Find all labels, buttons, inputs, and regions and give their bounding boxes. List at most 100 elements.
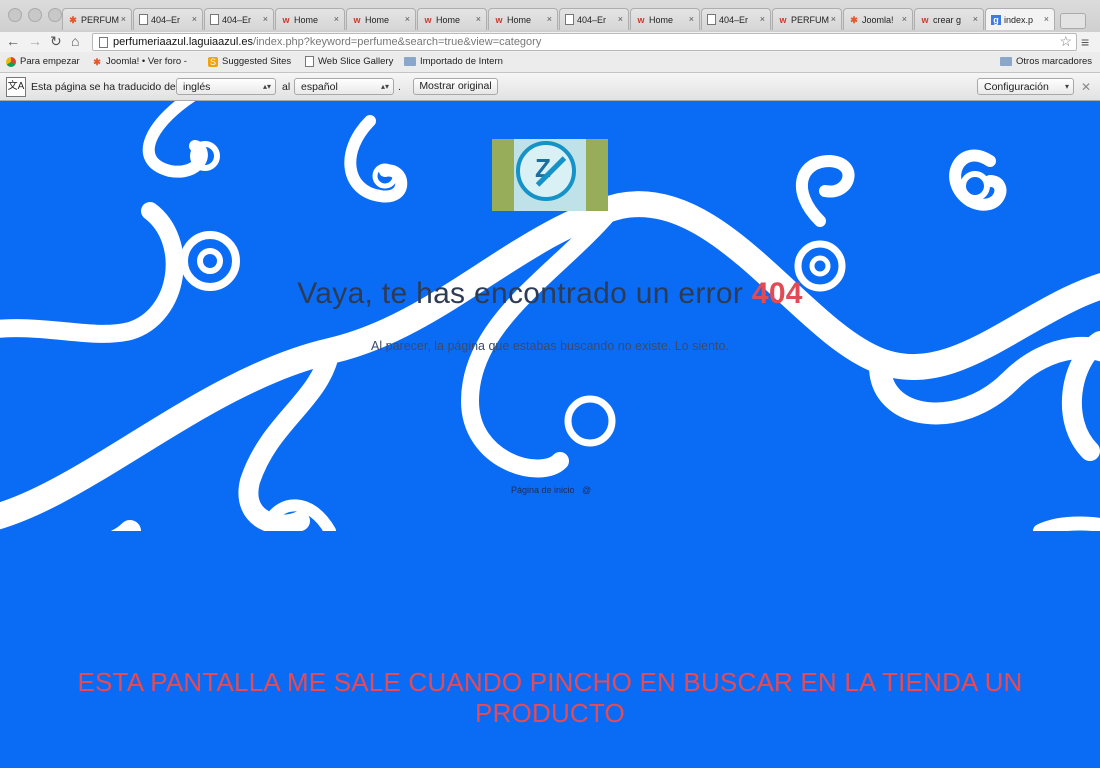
suggested-icon: S [208, 56, 218, 67]
dropdown-arrow-icon: ▴▾ [380, 82, 389, 91]
close-tab-icon[interactable]: × [1044, 14, 1049, 24]
close-translate-bar-icon[interactable]: ✕ [1081, 80, 1091, 94]
translate-icon: 文A [6, 77, 26, 97]
dropdown-arrow-icon: ▾ [1064, 82, 1069, 91]
close-tab-icon[interactable]: × [618, 14, 623, 24]
swirl-branch [0, 202, 184, 343]
tab-strip: ✱ PERFUM × 404–Er × 404–Er × w Home × w Home × w Home ×… [62, 8, 1086, 30]
browser-tab[interactable]: ✱ PERFUM × [62, 8, 132, 30]
chrome-menu-icon[interactable]: ≡ [1081, 34, 1089, 50]
dropdown-arrow-icon: ▴▾ [262, 82, 271, 91]
target-language-value: español [301, 81, 338, 93]
swirl-branch [796, 154, 855, 227]
page-content: Z Vaya, te has encontrado un error 404 A… [0, 101, 1100, 768]
lower-background-panel [0, 531, 1100, 768]
bookmark-item[interactable]: Web Slice Gallery [305, 56, 393, 67]
translate-settings-label: Configuración [984, 81, 1049, 93]
browser-tab[interactable]: ✱ Joomla! × [843, 8, 913, 30]
browser-tab[interactable]: w Home × [630, 8, 700, 30]
bookmark-folder[interactable]: Importado de Intern [404, 56, 503, 67]
swirl-branch [344, 115, 408, 203]
swirl-spiral [564, 395, 616, 447]
address-bar[interactable]: perfumeriaazul.laguiaazul.es/index.php?k… [92, 33, 1077, 51]
close-tab-icon[interactable]: × [334, 14, 339, 24]
w-icon: w [424, 14, 432, 25]
url-path: /index.php?keyword=perfume&search=true&v… [253, 36, 542, 48]
reload-icon[interactable]: ↻ [50, 33, 62, 50]
w-icon: w [921, 14, 929, 25]
folder-icon [404, 57, 416, 66]
close-tab-icon[interactable]: × [902, 14, 907, 24]
bookmark-label: Suggested Sites [222, 56, 292, 67]
swirl-branch [1033, 516, 1100, 538]
browser-tab[interactable]: 404–Er × [133, 8, 203, 30]
url-host: perfumeriaazul.laguiaazul.es [113, 36, 254, 48]
browser-tab[interactable]: w PERFUM × [772, 8, 842, 30]
window-controls[interactable] [8, 8, 62, 22]
zoom-window-button[interactable] [48, 8, 62, 22]
other-bookmarks-label: Otros marcadores [1016, 56, 1093, 67]
minimize-window-button[interactable] [28, 8, 42, 22]
bookmark-star-icon[interactable]: ☆ [1059, 33, 1072, 49]
close-tab-icon[interactable]: × [405, 14, 410, 24]
other-bookmarks-folder[interactable]: Otros marcadores [1000, 56, 1092, 67]
swirl-branch [1061, 331, 1100, 461]
close-tab-icon[interactable]: × [476, 14, 481, 24]
close-tab-icon[interactable]: × [689, 14, 694, 24]
browser-tab[interactable]: w Home × [275, 8, 345, 30]
bookmark-item[interactable]: Para empezar [6, 56, 80, 67]
page-icon [210, 14, 219, 25]
page-icon [707, 14, 716, 25]
translate-text-middle: al [282, 81, 291, 93]
browser-tab[interactable]: w Home × [488, 8, 558, 30]
tab-bar: ✱ PERFUM × 404–Er × 404–Er × w Home × w Home × w Home ×… [0, 0, 1100, 33]
close-tab-icon[interactable]: × [831, 14, 836, 24]
bookmark-label: Web Slice Gallery [318, 56, 394, 67]
browser-tab[interactable]: w Home × [346, 8, 416, 30]
site-logo[interactable]: Z [492, 139, 608, 211]
browser-tab[interactable]: g index.p × [985, 8, 1055, 30]
user-annotation-caption: ESTA PANTALLA ME SALE CUANDO PINCHO EN B… [77, 667, 1023, 728]
joomla-icon: ✱ [93, 56, 101, 67]
close-tab-icon[interactable]: × [121, 14, 126, 24]
close-tab-icon[interactable]: × [547, 14, 552, 24]
bookmark-item[interactable]: ✱ Joomla! • Ver foro - [92, 56, 187, 67]
swirl-spiral [960, 171, 990, 201]
browser-tab[interactable]: 404–Er × [701, 8, 771, 30]
w-icon: w [637, 14, 645, 25]
close-window-button[interactable] [8, 8, 22, 22]
close-tab-icon[interactable]: × [263, 14, 268, 24]
swirl-spiral [197, 248, 223, 274]
new-tab-button[interactable] [1060, 13, 1086, 29]
error-title: Vaya, te has encontrado un error 404 [0, 277, 1100, 311]
bookmark-label: Para empezar [20, 56, 80, 67]
browser-tab[interactable]: w crear g × [914, 8, 984, 30]
error-title-text: Vaya, te has encontrado un error [297, 277, 744, 310]
chrome-icon [6, 56, 16, 67]
folder-icon [1000, 57, 1012, 66]
close-tab-icon[interactable]: × [760, 14, 765, 24]
bookmark-label: Joomla! • Ver foro - [106, 56, 187, 67]
close-tab-icon[interactable]: × [973, 14, 978, 24]
at-icon[interactable]: @ [582, 485, 591, 495]
translate-settings-select[interactable]: Configuración ▾ [977, 78, 1074, 95]
w-icon: w [282, 14, 290, 25]
back-arrow-icon[interactable]: ← [6, 33, 20, 49]
forward-arrow-icon[interactable]: → [28, 33, 42, 49]
browser-tab[interactable]: 404–Er × [559, 8, 629, 30]
show-original-button[interactable]: Mostrar original [413, 78, 498, 95]
close-tab-icon[interactable]: × [192, 14, 197, 24]
translate-text-after: . [398, 81, 401, 93]
g-icon: g [991, 14, 1001, 25]
page-icon [99, 37, 108, 48]
browser-tab[interactable]: 404–Er × [204, 8, 274, 30]
source-language-select[interactable]: inglés ▴▾ [176, 78, 276, 95]
w-icon: w [495, 14, 503, 25]
bookmark-item[interactable]: S Suggested Sites [208, 56, 291, 67]
w-icon: w [779, 14, 787, 25]
home-page-link[interactable]: Página de inicio [511, 485, 575, 495]
target-language-select[interactable]: español ▴▾ [294, 78, 394, 95]
home-icon[interactable]: ⌂ [71, 33, 79, 49]
bookmarks-bar: Para empezar ✱ Joomla! • Ver foro - S Su… [0, 52, 1100, 73]
browser-tab[interactable]: w Home × [417, 8, 487, 30]
